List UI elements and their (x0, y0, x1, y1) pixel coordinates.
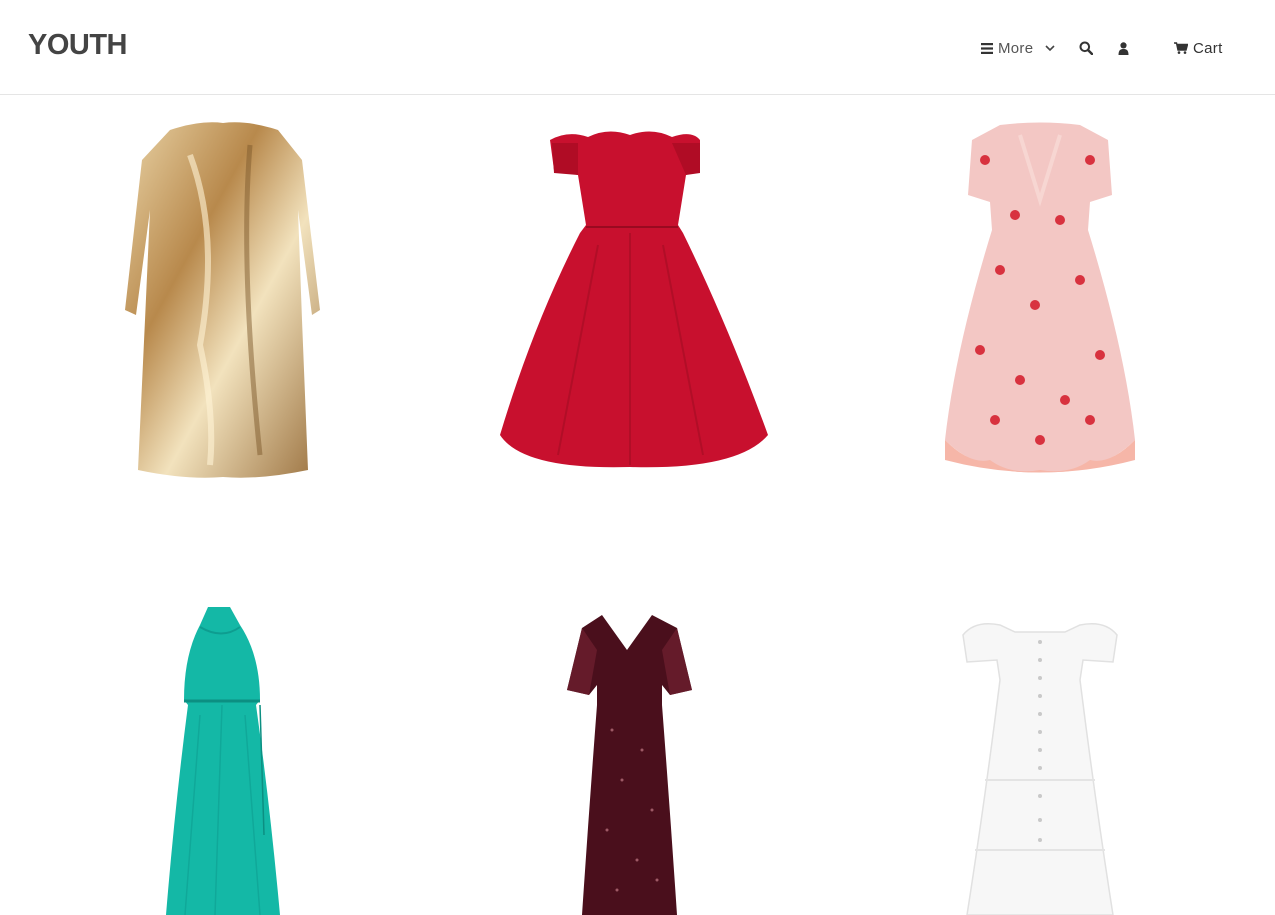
menu-icon (981, 42, 993, 54)
product-image-gold-sequin-dress (125, 122, 320, 478)
cart-button[interactable]: Cart (1174, 38, 1223, 58)
site-header: YOUTH More Cart (0, 0, 1275, 95)
user-icon (1118, 41, 1129, 55)
product-card-white-puff-sleeve-dress[interactable] (955, 620, 1125, 915)
account-button[interactable] (1118, 38, 1129, 58)
search-button[interactable] (1079, 38, 1093, 58)
product-card-teal-halter-maxi-dress[interactable] (160, 605, 285, 915)
product-image-white-puff-sleeve-dress (962, 623, 1118, 915)
more-menu-button[interactable]: More (981, 38, 1055, 58)
product-card-burgundy-sequin-gown[interactable] (562, 610, 697, 915)
cart-label: Cart (1193, 39, 1223, 57)
product-image-teal-halter-maxi-dress (166, 607, 280, 915)
cart-icon (1174, 42, 1188, 54)
more-menu-label: More (998, 39, 1034, 57)
product-card-pink-strawberry-tulle-dress[interactable] (940, 120, 1140, 480)
product-card-red-off-shoulder-dress[interactable] (488, 115, 773, 495)
search-icon (1079, 41, 1093, 55)
product-image-pink-strawberry-tulle-dress (945, 122, 1135, 473)
product-image-burgundy-sequin-gown (567, 615, 692, 915)
product-image-red-off-shoulder-dress (500, 131, 768, 468)
chevron-down-icon (1045, 44, 1055, 51)
product-card-gold-sequin-dress[interactable] (110, 115, 340, 485)
site-logo[interactable]: YOUTH (28, 29, 128, 62)
